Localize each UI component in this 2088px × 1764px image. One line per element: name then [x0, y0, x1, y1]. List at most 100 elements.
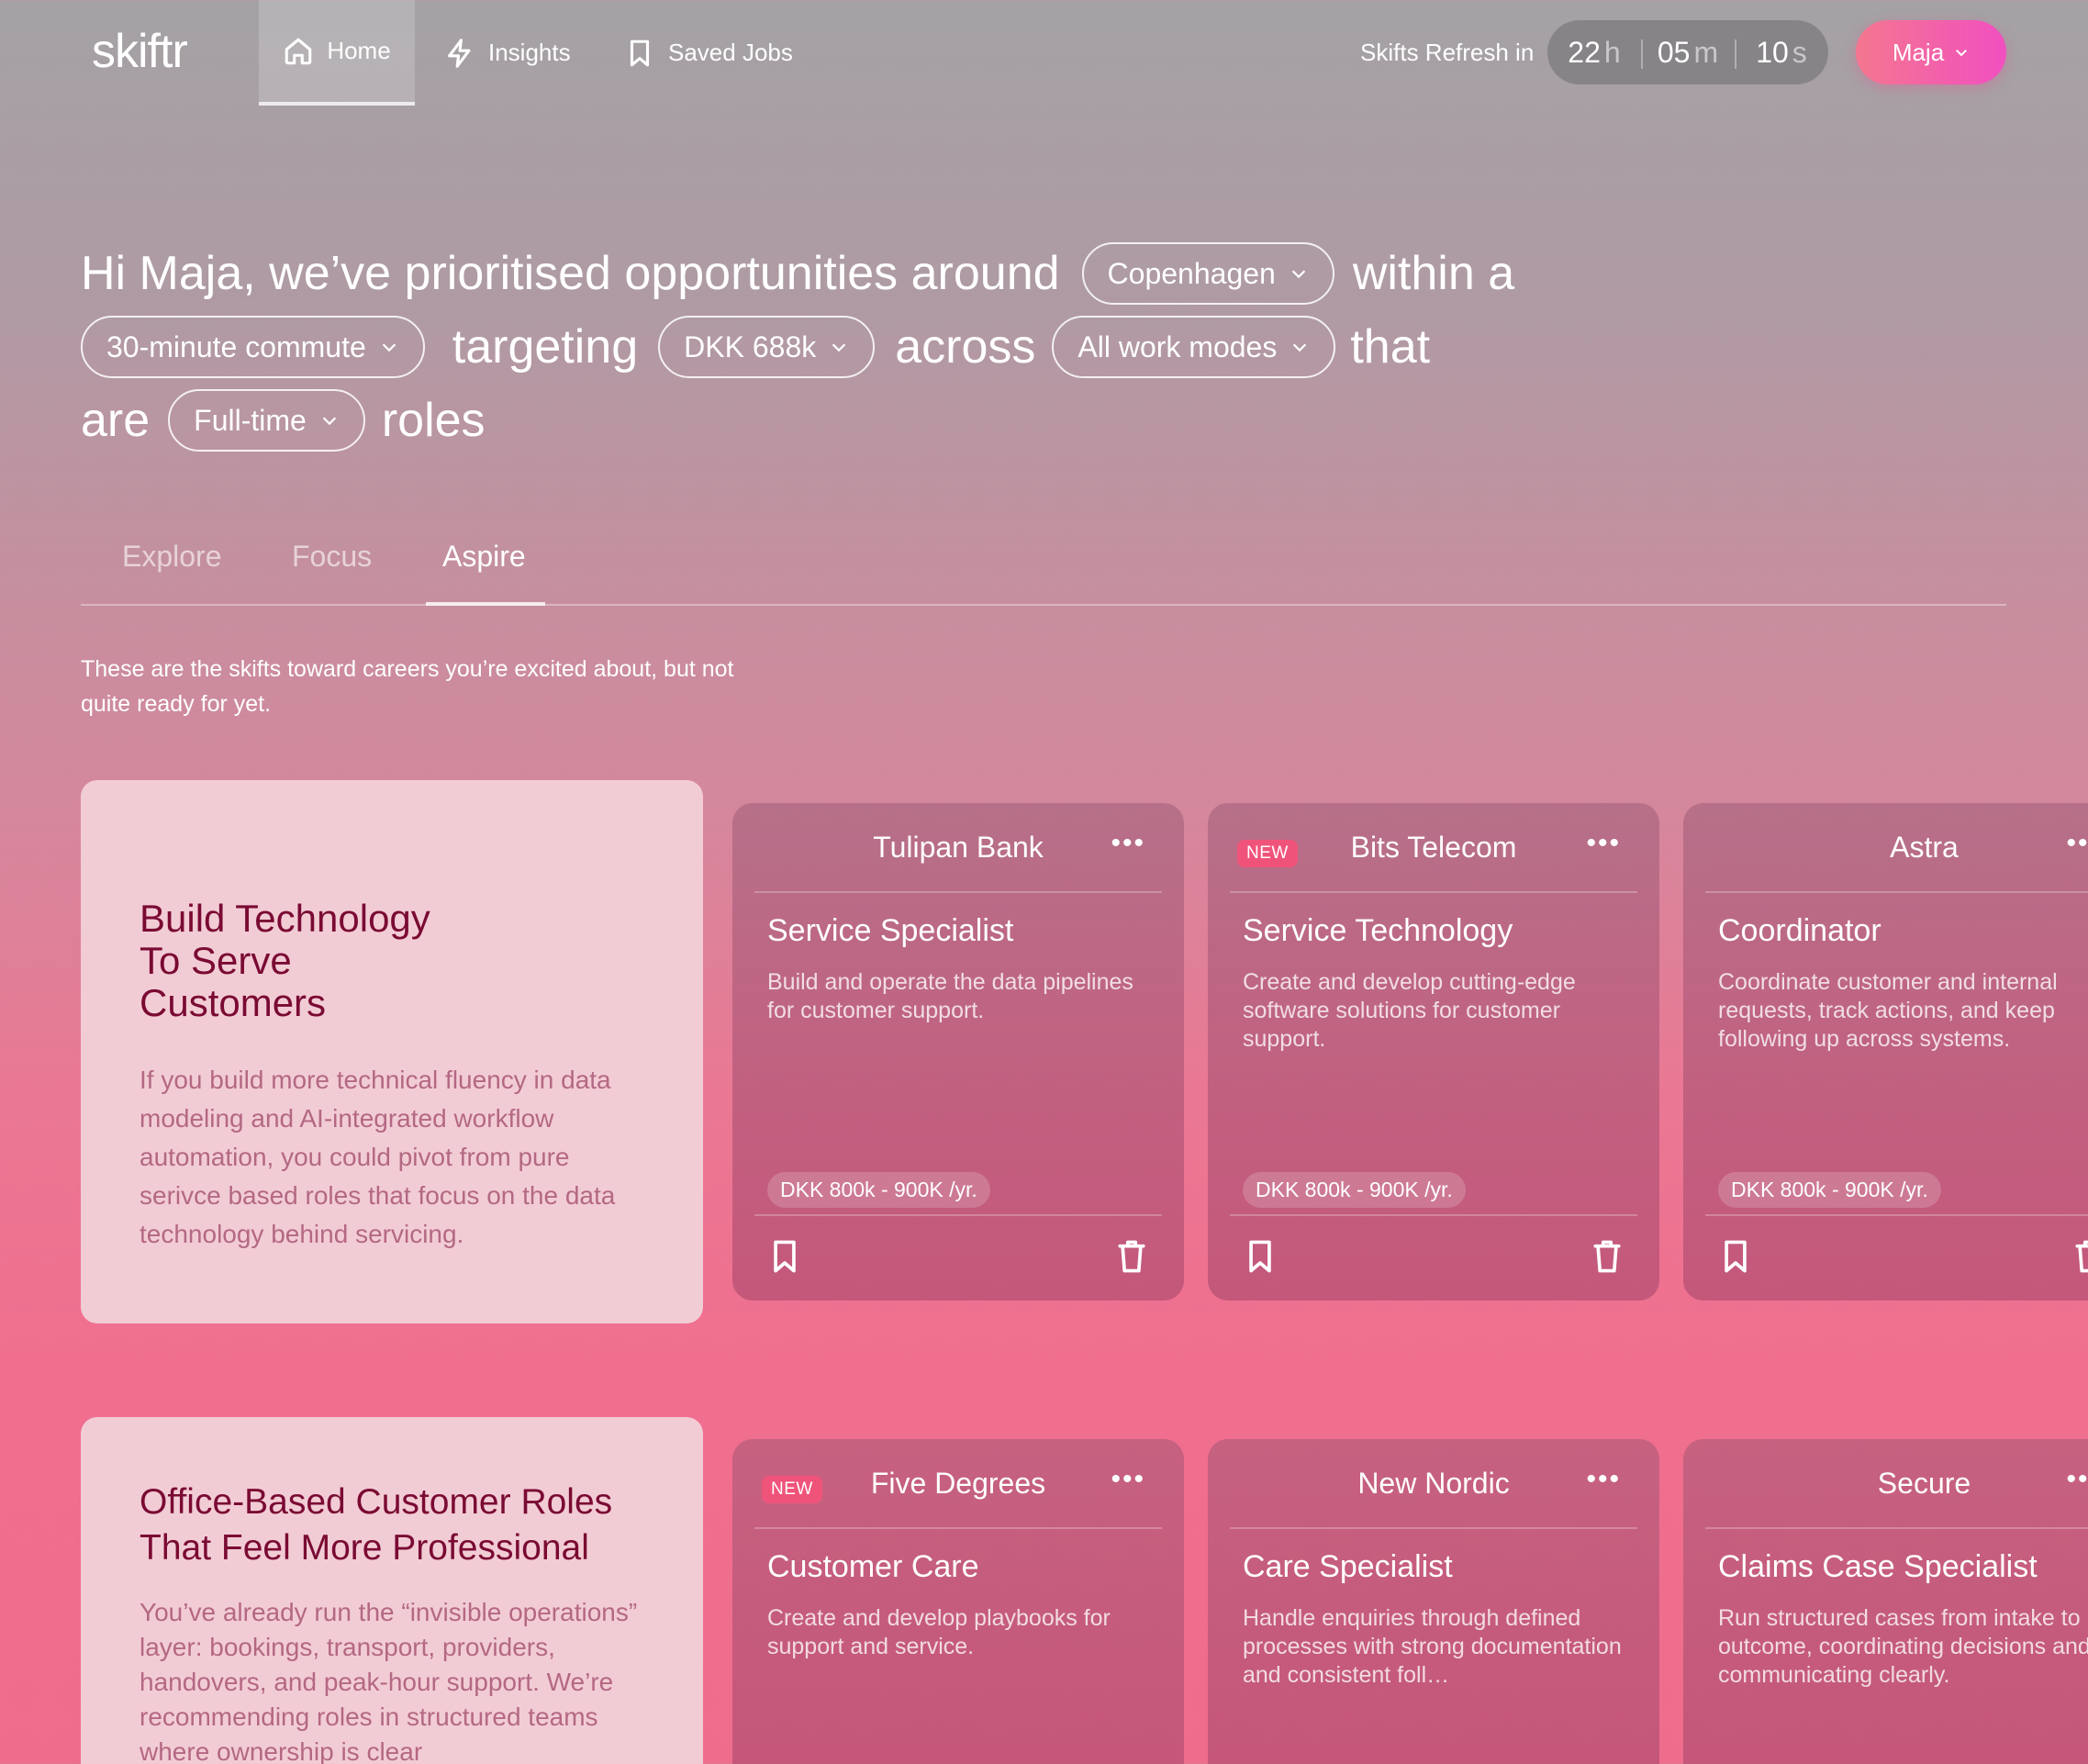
- tab-explore[interactable]: Explore: [122, 540, 222, 574]
- tab-aspire[interactable]: Aspire: [442, 540, 526, 574]
- company-name: Secure: [1877, 1466, 1971, 1500]
- user-name: Maja: [1892, 38, 1945, 66]
- tab-description: These are the skifts toward careers you’…: [81, 656, 734, 717]
- more-options-icon[interactable]: •••: [1586, 830, 1621, 857]
- company-name: Bits Telecom: [1350, 830, 1517, 864]
- job-card[interactable]: NEW Bits Telecom ••• Service Technology …: [1208, 803, 1659, 1301]
- section-title: Office-Based Customer Roles That Feel Mo…: [140, 1482, 613, 1568]
- active-tab-indicator: [426, 602, 545, 606]
- trash-icon[interactable]: [1116, 1238, 1147, 1275]
- trash-icon[interactable]: [2073, 1238, 2088, 1275]
- more-options-icon[interactable]: •••: [1111, 830, 1145, 857]
- job-card[interactable]: Tulipan Bank ••• Service Specialist Buil…: [732, 803, 1184, 1301]
- commute-value: 30-minute commute: [106, 330, 366, 363]
- chevron-down-icon: [832, 343, 846, 352]
- salary-dropdown[interactable]: DKK 688k: [658, 316, 876, 378]
- job-description: Create and develop cutting-edge software…: [1243, 969, 1576, 1052]
- timer-hours: 22 h: [1568, 35, 1621, 69]
- nav-insights[interactable]: Insights: [444, 0, 571, 106]
- job-card[interactable]: Secure ••• Claims Case Specialist Run st…: [1683, 1439, 2088, 1764]
- job-card-header: Astra: [1705, 803, 2088, 893]
- job-title: Claims Case Specialist: [1718, 1549, 2038, 1584]
- chevron-down-icon: [322, 417, 337, 426]
- job-card-footer: [1230, 1214, 1637, 1301]
- new-badge: NEW: [1237, 840, 1298, 867]
- bookmark-icon: [630, 39, 650, 66]
- more-options-icon[interactable]: •••: [1586, 1466, 1621, 1493]
- commute-dropdown[interactable]: 30-minute commute: [81, 316, 425, 378]
- company-name: Astra: [1890, 830, 1959, 864]
- lightning-icon: [448, 38, 471, 68]
- nav-saved-jobs[interactable]: Saved Jobs: [624, 0, 793, 106]
- job-card-header: New Nordic •••: [1230, 1439, 1637, 1529]
- nav-home-label: Home: [327, 37, 391, 64]
- employment-type-dropdown[interactable]: Full-time: [168, 389, 365, 452]
- job-description: Create and develop playbooks for support…: [767, 1605, 1111, 1659]
- job-description: Build and operate the data pipelines for…: [767, 969, 1133, 1023]
- chevron-down-icon: [1291, 270, 1306, 279]
- hero-text: within a: [1352, 247, 1515, 300]
- refresh-label: Skifts Refresh in: [1360, 39, 1535, 66]
- new-badge: NEW: [762, 1476, 822, 1503]
- job-card-header: NEW Five Degrees •••: [754, 1439, 1162, 1529]
- job-title: Care Specialist: [1243, 1549, 1453, 1584]
- refresh-timer: 22 h 05 m 10 s: [1547, 20, 1828, 84]
- bookmark-icon[interactable]: [769, 1238, 800, 1275]
- company-name: Five Degrees: [870, 1466, 1046, 1500]
- company-name: Tulipan Bank: [873, 830, 1044, 864]
- job-card[interactable]: NEW Five Degrees ••• Customer Care Creat…: [732, 1439, 1184, 1764]
- more-options-icon[interactable]: •••: [2066, 830, 2088, 857]
- job-title: Service Technology: [1243, 913, 1513, 948]
- timer-minutes: 05 m: [1641, 36, 1735, 70]
- hero-sentence: Hi Maja, we’ve prioritised opportunities…: [81, 237, 1586, 457]
- job-card[interactable]: New Nordic ••• Care Specialist Handle en…: [1208, 1439, 1659, 1764]
- section-description: If you build more technical fluency in d…: [140, 1066, 616, 1248]
- timer-seconds: 10 s: [1735, 36, 1828, 70]
- job-title: Customer Care: [767, 1549, 979, 1584]
- job-description: Run structured cases from intake to outc…: [1718, 1605, 2088, 1688]
- location-value: Copenhagen: [1107, 257, 1276, 290]
- job-card-header: Tulipan Bank •••: [754, 803, 1162, 893]
- trash-icon[interactable]: [1591, 1238, 1623, 1275]
- job-description: Handle enquiries through defined process…: [1243, 1605, 1622, 1688]
- job-card-header: NEW Bits Telecom •••: [1230, 803, 1637, 893]
- hero-line-1: Hi Maja, we’ve prioritised opportunities…: [81, 237, 1586, 310]
- section-title: Build Technology To Serve Customers: [140, 897, 430, 1024]
- tab-focus[interactable]: Focus: [292, 540, 372, 574]
- job-title: Service Specialist: [767, 913, 1014, 948]
- more-options-icon[interactable]: •••: [1111, 1466, 1145, 1493]
- hero-line-2: 30-minute commute targeting DKK 688k acr…: [81, 310, 1586, 384]
- home-icon: [285, 38, 312, 64]
- user-menu-button[interactable]: Maja: [1856, 20, 2006, 84]
- more-options-icon[interactable]: •••: [2066, 1466, 2088, 1493]
- section-intro-card: Office-Based Customer Roles That Feel Mo…: [81, 1417, 703, 1764]
- nav-saved-jobs-label: Saved Jobs: [668, 39, 793, 66]
- salary-badge: DKK 800k - 900K /yr.: [767, 1172, 990, 1208]
- tab-bar: Explore Focus Aspire: [81, 519, 2006, 606]
- location-dropdown[interactable]: Copenhagen: [1081, 242, 1334, 305]
- chevron-down-icon: [382, 343, 396, 352]
- employment-type-value: Full-time: [194, 404, 307, 437]
- company-name: New Nordic: [1357, 1466, 1510, 1500]
- hero-text: across: [895, 320, 1036, 374]
- section-intro-card: Build Technology To Serve Customers If y…: [81, 780, 703, 1323]
- bookmark-icon[interactable]: [1720, 1238, 1751, 1275]
- section-description: You’ve already run the “invisible operat…: [140, 1598, 638, 1764]
- nav-home[interactable]: Home: [259, 0, 415, 106]
- chevron-down-icon: [1956, 50, 1968, 57]
- hero-text: Hi Maja, we’ve prioritised opportunities…: [81, 247, 1060, 300]
- nav-insights-label: Insights: [488, 39, 571, 66]
- salary-badge: DKK 800k - 900K /yr.: [1243, 1172, 1466, 1208]
- bookmark-icon[interactable]: [1245, 1238, 1276, 1275]
- chevron-down-icon: [1293, 343, 1307, 352]
- salary-value: DKK 688k: [684, 330, 817, 363]
- top-nav: skiftr Home Insights Saved Jobs Skifts R…: [0, 0, 2088, 106]
- job-card-footer: [754, 1214, 1162, 1301]
- job-card-footer: [1705, 1214, 2088, 1301]
- job-description: Coordinate customer and internal request…: [1718, 969, 2058, 1052]
- hero-line-3: are Full-time roles: [81, 384, 1586, 457]
- hero-text: roles: [381, 394, 486, 447]
- work-mode-dropdown[interactable]: All work modes: [1052, 316, 1336, 378]
- logo[interactable]: skiftr: [92, 24, 188, 79]
- job-card[interactable]: Astra ••• Coordinator Coordinate custome…: [1683, 803, 2088, 1301]
